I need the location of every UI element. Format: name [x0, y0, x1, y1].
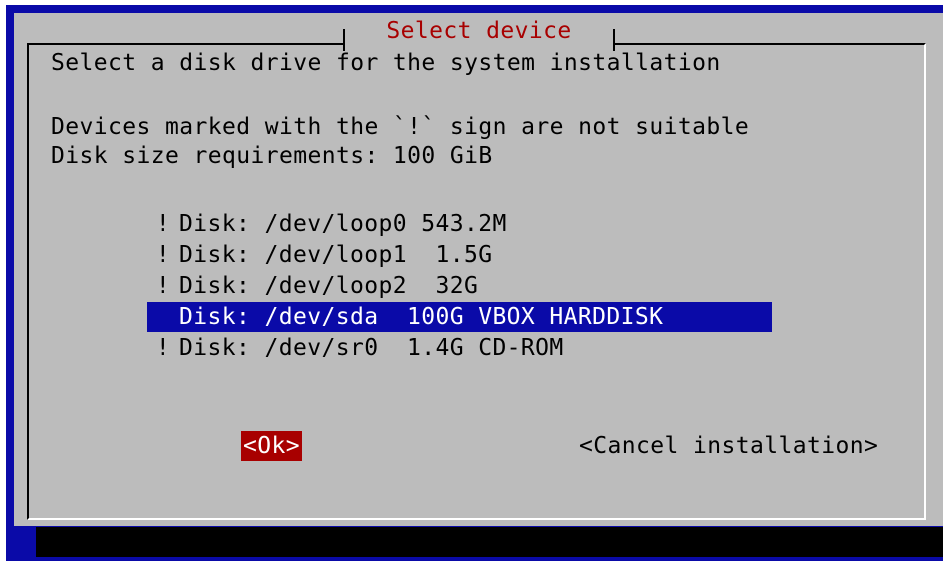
title-left-tick [343, 29, 345, 51]
notice-text: Devices marked with the `!` sign are not… [51, 114, 750, 140]
unsuitable-mark: ! [155, 242, 171, 268]
device-label: Disk: /dev/loop1 1.5G [179, 242, 493, 268]
unsuitable-mark [147, 302, 179, 332]
title-right-tick [613, 29, 615, 51]
dialog-title: Select device [386, 18, 572, 44]
cancel-installation-button[interactable]: <Cancel installation> [579, 431, 878, 461]
device-label: Disk: /dev/sr0 1.4G CD-ROM [179, 335, 564, 361]
device-item-selected[interactable]: Disk: /dev/sda 100G VBOX HARDDISK [147, 302, 772, 332]
dialog-title-box: Select device [343, 16, 615, 53]
device-label: Disk: /dev/loop2 32G [179, 273, 479, 299]
select-device-dialog: Select device Select a disk drive for th… [14, 13, 943, 526]
device-item[interactable]: ! Disk: /dev/loop2 32G [147, 271, 772, 301]
device-label: Disk: /dev/sda 100G VBOX HARDDISK [179, 304, 664, 330]
ok-button[interactable]: <Ok> [241, 431, 302, 461]
intro-text: Select a disk drive for the system insta… [51, 50, 721, 76]
unsuitable-mark: ! [155, 273, 171, 299]
unsuitable-mark: ! [155, 335, 171, 361]
dialog-shadow [36, 527, 943, 557]
requirement-text: Disk size requirements: 100 GiB [51, 143, 493, 169]
device-item[interactable]: ! Disk: /dev/loop0 543.2M [147, 209, 772, 239]
device-item[interactable]: ! Disk: /dev/loop1 1.5G [147, 240, 772, 270]
device-item[interactable]: ! Disk: /dev/sr0 1.4G CD-ROM [147, 333, 772, 363]
unsuitable-mark: ! [155, 211, 171, 237]
device-label: Disk: /dev/loop0 543.2M [179, 211, 507, 237]
